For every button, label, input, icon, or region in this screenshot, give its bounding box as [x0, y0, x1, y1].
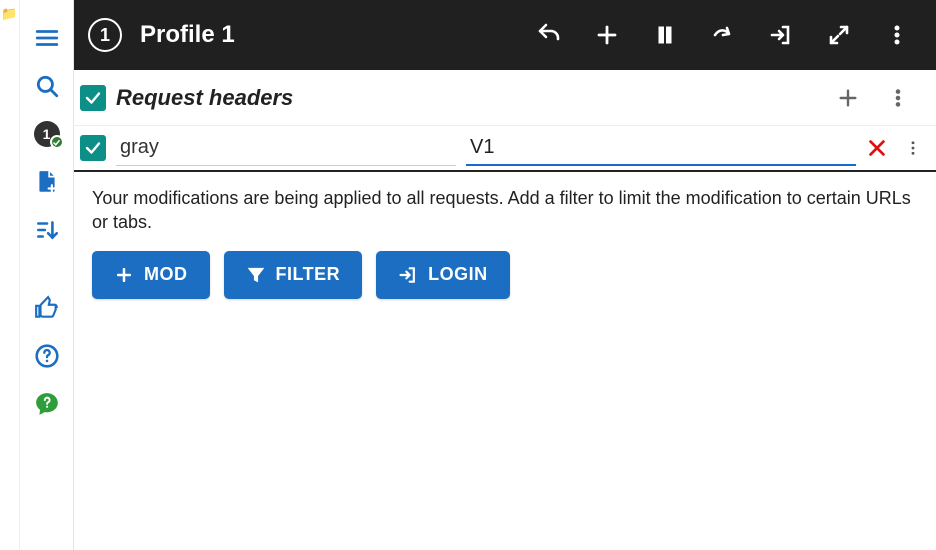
rule-enable-checkbox[interactable]: [80, 135, 106, 161]
plus-icon: [837, 87, 859, 109]
section-header: Request headers: [74, 70, 936, 126]
pause-icon: [653, 23, 677, 47]
support-chat-button[interactable]: [20, 380, 74, 428]
feedback-button[interactable]: [20, 284, 74, 332]
section-more-button[interactable]: [878, 87, 918, 109]
chat-help-icon: [34, 391, 60, 417]
topbar-more-button[interactable]: [872, 0, 922, 70]
add-header-button[interactable]: [828, 87, 868, 109]
sidebar: 1: [20, 0, 74, 550]
close-icon: [866, 137, 888, 159]
profile-number-badge: 1: [88, 18, 122, 52]
import-icon: [769, 23, 793, 47]
header-name-input[interactable]: [116, 130, 456, 166]
window-edge-strip: 📁: [0, 0, 20, 550]
sort-icon: [34, 217, 60, 243]
hamburger-icon: [34, 25, 60, 51]
help-button[interactable]: [20, 332, 74, 380]
undo-icon: [537, 23, 561, 47]
filter-button[interactable]: FILTER: [224, 251, 363, 299]
topbar: 1 Profile 1: [74, 0, 936, 70]
plus-icon: [114, 265, 134, 285]
check-icon: [84, 139, 102, 157]
header-value-input[interactable]: [466, 130, 856, 166]
main-area: 1 Profile 1 Request headers: [74, 0, 936, 550]
share-icon: [711, 23, 735, 47]
mod-button-label: MOD: [144, 264, 188, 285]
more-vertical-icon: [904, 137, 922, 159]
add-button[interactable]: [582, 0, 632, 70]
search-button[interactable]: [20, 62, 74, 110]
header-rule-row: [74, 126, 936, 172]
share-button[interactable]: [698, 0, 748, 70]
filter-button-label: FILTER: [276, 264, 341, 285]
plus-icon: [595, 23, 619, 47]
status-check-icon: [50, 135, 64, 149]
pause-button[interactable]: [640, 0, 690, 70]
search-icon: [34, 73, 60, 99]
expand-icon: [827, 23, 851, 47]
content-area: Your modifications are being applied to …: [74, 172, 936, 313]
profile-title: Profile 1: [140, 21, 235, 49]
file-plus-icon: [34, 169, 60, 195]
info-text: Your modifications are being applied to …: [92, 186, 912, 235]
help-circle-icon: [34, 343, 60, 369]
action-button-row: MOD FILTER LOGIN: [92, 251, 918, 299]
login-button[interactable]: LOGIN: [376, 251, 510, 299]
thumbs-up-icon: [34, 295, 60, 321]
expand-button[interactable]: [814, 0, 864, 70]
check-icon: [84, 89, 102, 107]
sort-button[interactable]: [20, 206, 74, 254]
undo-button[interactable]: [524, 0, 574, 70]
more-vertical-icon: [887, 87, 909, 109]
mod-button[interactable]: MOD: [92, 251, 210, 299]
import-button[interactable]: [756, 0, 806, 70]
filter-icon: [246, 265, 266, 285]
folder-icon: 📁: [1, 6, 17, 22]
delete-rule-button[interactable]: [866, 137, 888, 159]
new-file-button[interactable]: [20, 158, 74, 206]
active-profile-indicator[interactable]: 1: [20, 110, 74, 158]
more-vertical-icon: [885, 23, 909, 47]
login-icon: [398, 265, 418, 285]
section-enable-checkbox[interactable]: [80, 85, 106, 111]
section-title: Request headers: [116, 85, 293, 111]
rule-more-button[interactable]: [898, 137, 922, 159]
menu-button[interactable]: [20, 14, 74, 62]
login-button-label: LOGIN: [428, 264, 488, 285]
